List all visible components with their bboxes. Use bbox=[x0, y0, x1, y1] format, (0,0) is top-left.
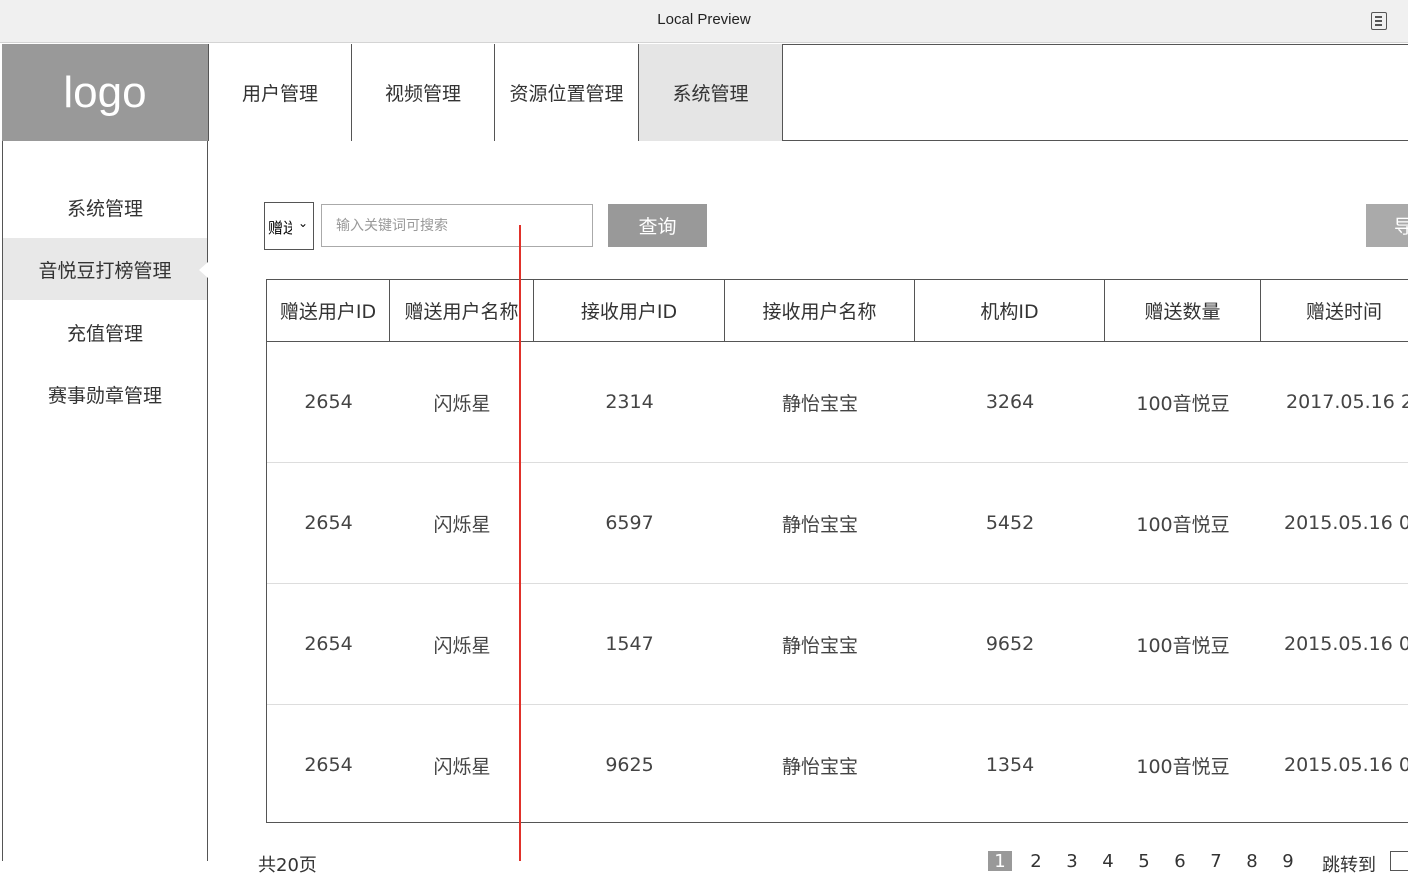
cell: 1354 bbox=[985, 754, 1035, 776]
column-header: 赠送用户名称 bbox=[390, 280, 534, 341]
cell: 9652 bbox=[985, 633, 1035, 655]
page-link[interactable]: 5 bbox=[1132, 851, 1156, 872]
cell: 100音悦豆 bbox=[1136, 392, 1230, 415]
cell: 静怡宝宝 bbox=[781, 634, 858, 657]
cell: 9625 bbox=[605, 754, 654, 776]
top-nav: 用户管理 视频管理 资源位置管理 系统管理 bbox=[208, 44, 1408, 141]
table-row[interactable]: 2654 闪烁星 9625 静怡宝宝 1354 100音悦豆 2015.05.1… bbox=[267, 705, 1408, 826]
jump-to-label: 跳转到 bbox=[1322, 855, 1376, 876]
export-button[interactable]: 导 bbox=[1366, 204, 1408, 247]
column-header: 赠送数量 bbox=[1105, 280, 1261, 341]
cell: 100音悦豆 bbox=[1136, 634, 1230, 657]
cell: 闪烁星 bbox=[433, 634, 491, 657]
cell: 2015.05.16 08 bbox=[1284, 633, 1408, 655]
column-header: 接收用户名称 bbox=[725, 280, 915, 341]
cell: 闪烁星 bbox=[433, 755, 491, 778]
sidebar: 系统管理 音悦豆打榜管理 充值管理 赛事勋章管理 bbox=[3, 141, 208, 861]
page-link[interactable]: 4 bbox=[1096, 851, 1120, 872]
sidebar-item-medal-management[interactable]: 赛事勋章管理 bbox=[3, 363, 207, 425]
cell: 100音悦豆 bbox=[1136, 755, 1230, 778]
page-link[interactable]: 8 bbox=[1240, 851, 1264, 872]
sidebar-item-label: 音悦豆打榜管理 bbox=[38, 259, 172, 282]
sidebar-item-system-management[interactable]: 系统管理 bbox=[3, 176, 207, 238]
page-link[interactable]: 6 bbox=[1168, 851, 1192, 872]
column-header: 接收用户ID bbox=[534, 280, 725, 341]
page-link[interactable]: 7 bbox=[1204, 851, 1228, 872]
table-row[interactable]: 2654 闪烁星 2314 静怡宝宝 3264 100音悦豆 2017.05.1… bbox=[267, 342, 1408, 463]
table-header: 赠送用户ID 赠送用户名称 接收用户ID 接收用户名称 机构ID 赠送数量 赠送… bbox=[267, 280, 1408, 342]
cell: 静怡宝宝 bbox=[781, 755, 858, 778]
window-titlebar: Local Preview bbox=[0, 0, 1408, 43]
cell: 100音悦豆 bbox=[1136, 513, 1230, 536]
tab-user-management[interactable]: 用户管理 bbox=[208, 44, 352, 141]
cell: 静怡宝宝 bbox=[781, 513, 858, 536]
logo[interactable]: logo bbox=[2, 44, 208, 142]
cell: 3264 bbox=[985, 391, 1035, 413]
cell: 静怡宝宝 bbox=[781, 392, 858, 415]
cell: 2654 bbox=[304, 754, 353, 776]
column-header: 赠送用户ID bbox=[267, 280, 390, 341]
cell: 2017.05.16 21 bbox=[1286, 391, 1408, 413]
column-header: 赠送时间 bbox=[1305, 301, 1382, 323]
cell: 5452 bbox=[985, 512, 1035, 534]
page-total: 共20页 bbox=[258, 855, 317, 876]
window-title: Local Preview bbox=[657, 11, 751, 28]
page-link[interactable]: 2 bbox=[1024, 851, 1048, 872]
cell: 闪烁星 bbox=[433, 513, 491, 536]
page-link[interactable]: 9 bbox=[1276, 851, 1300, 872]
records-table: 赠送用户ID 赠送用户名称 接收用户ID 接收用户名称 机构ID 赠送数量 赠送… bbox=[266, 279, 1408, 823]
cell: 2015.05.16 08 bbox=[1284, 512, 1408, 534]
table-row[interactable]: 2654 闪烁星 6597 静怡宝宝 5452 100音悦豆 2015.05.1… bbox=[267, 463, 1408, 584]
tab-video-management[interactable]: 视频管理 bbox=[351, 44, 495, 141]
sidebar-item-recharge-management[interactable]: 充值管理 bbox=[3, 301, 207, 363]
cell: 闪烁星 bbox=[433, 392, 491, 415]
cell: 2015.05.16 08 bbox=[1284, 754, 1408, 776]
annotation-guide-line bbox=[519, 225, 521, 861]
list-menu-icon[interactable] bbox=[1371, 12, 1387, 30]
column-header: 机构ID bbox=[915, 280, 1105, 341]
cell: 2314 bbox=[605, 391, 654, 413]
tab-resource-position-management[interactable]: 资源位置管理 bbox=[494, 44, 639, 141]
filter-select-value: 赠送 bbox=[268, 219, 292, 237]
query-button[interactable]: 查询 bbox=[608, 204, 707, 247]
cell: 6597 bbox=[605, 512, 654, 534]
page-link[interactable]: 3 bbox=[1060, 851, 1084, 872]
tab-system-management[interactable]: 系统管理 bbox=[638, 44, 783, 141]
cell: 2654 bbox=[304, 512, 353, 534]
table-row[interactable]: 2654 闪烁星 1547 静怡宝宝 9652 100音悦豆 2015.05.1… bbox=[267, 584, 1408, 705]
active-indicator-notch bbox=[199, 262, 208, 278]
cell: 1547 bbox=[605, 633, 654, 655]
sidebar-item-ranking-management[interactable]: 音悦豆打榜管理 bbox=[3, 238, 208, 300]
chevron-down-icon: ⌄ bbox=[298, 216, 309, 230]
page-link-current[interactable]: 1 bbox=[988, 851, 1012, 872]
cell: 2654 bbox=[304, 391, 353, 413]
search-input[interactable] bbox=[321, 204, 593, 247]
jump-page-input[interactable] bbox=[1390, 851, 1408, 871]
cell: 2654 bbox=[304, 633, 353, 655]
filter-select[interactable]: 赠送 ⌄ bbox=[264, 202, 314, 250]
